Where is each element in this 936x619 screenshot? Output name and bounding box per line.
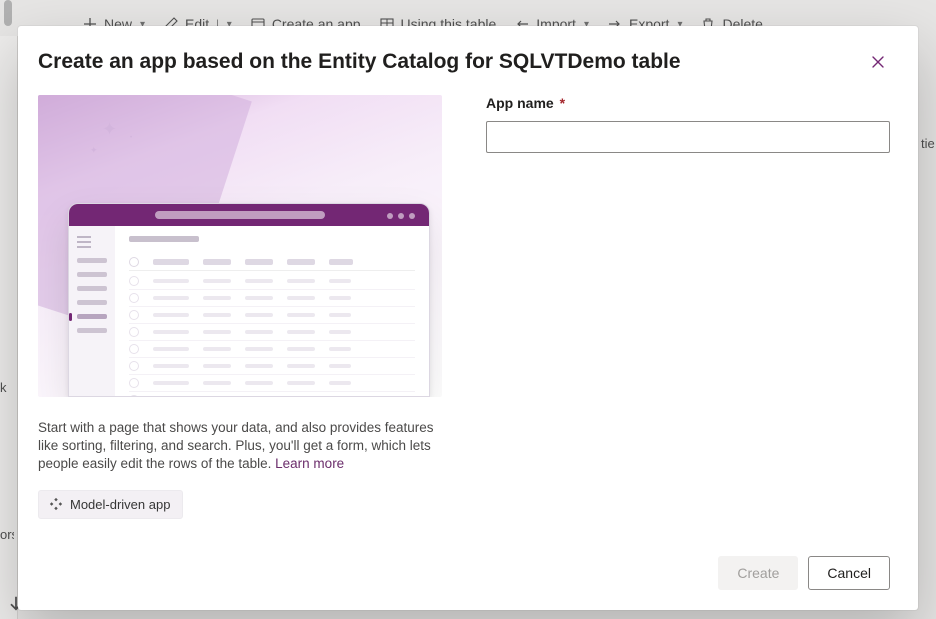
app-name-label: App name * xyxy=(486,95,565,111)
description-text: Start with a page that shows your data, … xyxy=(38,420,433,471)
illustration-app-window xyxy=(68,203,430,397)
modal-title: Create an app based on the Entity Catalo… xyxy=(38,50,681,74)
sparkle-icon: ✦ xyxy=(102,119,117,140)
sparkle-icon: • xyxy=(130,135,132,141)
badge-label: Model-driven app xyxy=(70,497,170,512)
close-button[interactable] xyxy=(866,50,890,77)
close-icon xyxy=(870,54,886,70)
model-driven-badge: Model-driven app xyxy=(38,490,183,519)
model-driven-icon xyxy=(49,497,63,511)
create-app-modal: Create an app based on the Entity Catalo… xyxy=(18,26,918,610)
sparkle-icon: ✦ xyxy=(90,145,98,156)
required-marker: * xyxy=(560,95,565,111)
modal-description: Start with a page that shows your data, … xyxy=(38,419,442,474)
illustration: ✦ ✦ • xyxy=(38,95,442,397)
learn-more-link[interactable]: Learn more xyxy=(275,456,344,471)
cancel-button[interactable]: Cancel xyxy=(808,556,890,590)
app-name-input[interactable] xyxy=(486,121,890,153)
create-button[interactable]: Create xyxy=(718,556,798,590)
